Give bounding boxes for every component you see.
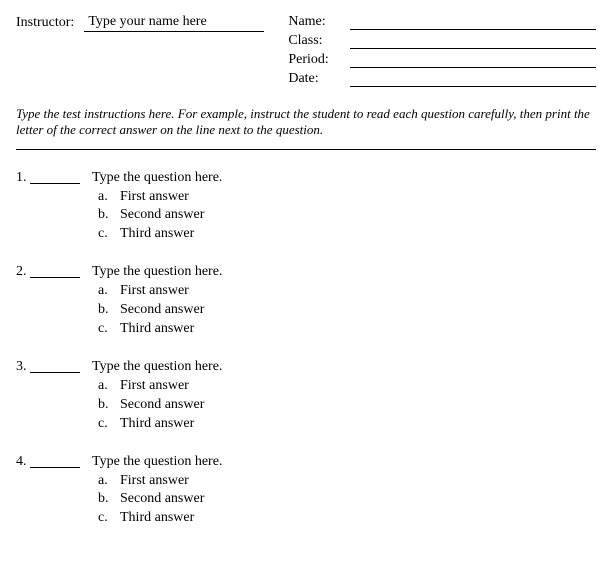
meta-row-name: Name: xyxy=(288,14,596,30)
answer-row: b.Second answer xyxy=(92,301,596,320)
answer-letter: c. xyxy=(98,320,120,339)
answer-row: a.First answer xyxy=(92,282,596,301)
question-text[interactable]: Type the question here. xyxy=(92,170,596,186)
answer-blank-line[interactable] xyxy=(30,454,80,468)
question-block: 1. Type the question here. a.First answerb… xyxy=(16,170,596,245)
period-input-line[interactable] xyxy=(350,54,596,68)
answer-text[interactable]: Third answer xyxy=(120,225,194,244)
answer-blank-line[interactable] xyxy=(30,264,80,278)
answer-row: a.First answer xyxy=(92,188,596,207)
answer-letter: c. xyxy=(98,225,120,244)
divider xyxy=(16,149,596,150)
answer-row: c.Third answer xyxy=(92,320,596,339)
class-input-line[interactable] xyxy=(350,35,596,49)
answer-row: b.Second answer xyxy=(92,490,596,509)
answer-blank-line[interactable] xyxy=(30,170,80,184)
answer-letter: a. xyxy=(98,377,120,396)
question-content: Type the question here. a.First answerb.S… xyxy=(92,264,596,339)
name-label: Name: xyxy=(288,14,344,30)
answer-text[interactable]: First answer xyxy=(120,472,189,491)
answer-text[interactable]: Third answer xyxy=(120,320,194,339)
answer-text[interactable]: Second answer xyxy=(120,206,204,225)
answer-text[interactable]: First answer xyxy=(120,188,189,207)
instructions-text[interactable]: Type the test instructions here. For exa… xyxy=(16,106,596,139)
question-content: Type the question here. a.First answerb.S… xyxy=(92,454,596,529)
question-number: 3. xyxy=(16,359,30,434)
answer-row: c.Third answer xyxy=(92,509,596,528)
question-block: 3. Type the question here. a.First answerb… xyxy=(16,359,596,434)
question-text[interactable]: Type the question here. xyxy=(92,264,596,280)
question-content: Type the question here. a.First answerb.S… xyxy=(92,359,596,434)
answer-text[interactable]: Second answer xyxy=(120,396,204,415)
questions-container: 1.Type the question here.a.First answerb… xyxy=(16,170,596,529)
answer-letter: c. xyxy=(98,509,120,528)
answer-text[interactable]: Third answer xyxy=(120,509,194,528)
answer-letter: c. xyxy=(98,415,120,434)
question-text[interactable]: Type the question here. xyxy=(92,359,596,375)
meta-row-class: Class: xyxy=(288,33,596,49)
answer-text[interactable]: Third answer xyxy=(120,415,194,434)
answer-text[interactable]: Second answer xyxy=(120,490,204,509)
instructor-block: Instructor: Type your name here xyxy=(16,14,264,90)
answer-row: a.First answer xyxy=(92,472,596,491)
question-block: 4. Type the question here. a.First answerb… xyxy=(16,454,596,529)
answer-letter: a. xyxy=(98,282,120,301)
answer-letter: b. xyxy=(98,490,120,509)
answer-blank-line[interactable] xyxy=(30,359,80,373)
meta-row-date: Date: xyxy=(288,71,596,87)
question-text[interactable]: Type the question here. xyxy=(92,454,596,470)
period-label: Period: xyxy=(288,52,344,68)
question-number: 1. xyxy=(16,170,30,245)
answer-row: c.Third answer xyxy=(92,415,596,434)
answer-row: b.Second answer xyxy=(92,396,596,415)
student-meta-block: Name: Class: Period: Date: xyxy=(288,14,596,90)
answer-row: b.Second answer xyxy=(92,206,596,225)
question-number: 2. xyxy=(16,264,30,339)
name-input-line[interactable] xyxy=(350,16,596,30)
date-label: Date: xyxy=(288,71,344,87)
answer-text[interactable]: First answer xyxy=(120,282,189,301)
class-label: Class: xyxy=(288,33,344,49)
answer-text[interactable]: First answer xyxy=(120,377,189,396)
meta-row-period: Period: xyxy=(288,52,596,68)
question-number: 4. xyxy=(16,454,30,529)
date-input-line[interactable] xyxy=(350,73,596,87)
answer-text[interactable]: Second answer xyxy=(120,301,204,320)
answer-row: a.First answer xyxy=(92,377,596,396)
question-block: 2. Type the question here. a.First answerb… xyxy=(16,264,596,339)
answer-row: c.Third answer xyxy=(92,225,596,244)
header: Instructor: Type your name here Name: Cl… xyxy=(16,14,596,90)
answer-letter: b. xyxy=(98,301,120,320)
question-content: Type the question here. a.First answerb.S… xyxy=(92,170,596,245)
answer-letter: b. xyxy=(98,206,120,225)
answer-letter: a. xyxy=(98,188,120,207)
answer-letter: a. xyxy=(98,472,120,491)
answer-letter: b. xyxy=(98,396,120,415)
instructor-input[interactable]: Type your name here xyxy=(84,14,264,32)
instructor-label: Instructor: xyxy=(16,14,84,31)
